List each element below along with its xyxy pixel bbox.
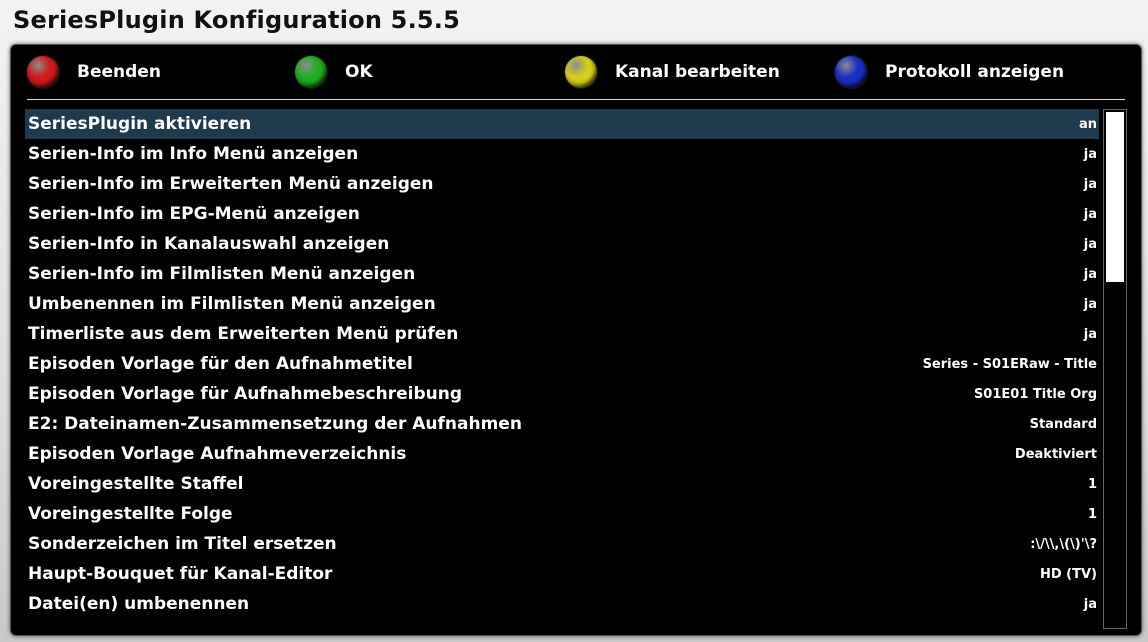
config-row-value: ja (1083, 176, 1097, 192)
config-row-label: Umbenennen im Filmlisten Menü anzeigen (28, 294, 436, 314)
config-row-value: Standard (1029, 416, 1097, 432)
config-row-label: Episoden Vorlage für den Aufnahmetitel (28, 354, 413, 374)
config-row[interactable]: Episoden Vorlage für den Aufnahmetitel Se… (25, 349, 1099, 379)
color-buttons-bar: Beenden OK Kanal bearbeiten Protokoll an… (11, 45, 1141, 99)
ok-button[interactable]: OK (295, 55, 373, 89)
green-button-icon (295, 56, 327, 88)
config-row[interactable]: SeriesPlugin aktivieren an (25, 109, 1099, 139)
beenden-button[interactable]: Beenden (27, 55, 161, 89)
beenden-label: Beenden (77, 62, 161, 82)
config-row-label: Voreingestellte Staffel (28, 474, 244, 494)
ok-label: OK (345, 62, 373, 82)
config-row-label: Datei(en) umbenennen (28, 594, 250, 614)
config-row-label: Episoden Vorlage Aufnahmeverzeichnis (28, 444, 407, 464)
scrollbar[interactable] (1103, 109, 1127, 629)
config-panel: Beenden OK Kanal bearbeiten Protokoll an… (10, 44, 1142, 636)
blue-button-icon (835, 56, 867, 88)
config-row[interactable]: Haupt-Bouquet für Kanal-Editor HD (TV) (25, 559, 1099, 589)
header-divider (27, 99, 1125, 100)
config-row-label: SeriesPlugin aktivieren (28, 114, 252, 134)
config-row-label: Serien-Info im Filmlisten Menü anzeigen (28, 264, 416, 284)
config-row[interactable]: Sonderzeichen im Titel ersetzen :\/\\,\(\… (25, 529, 1099, 559)
scrollbar-thumb[interactable] (1106, 112, 1124, 282)
config-row[interactable]: E2: Dateinamen-Zusammensetzung der Aufna… (25, 409, 1099, 439)
config-row-value: ja (1083, 596, 1097, 612)
config-row-value: an (1078, 116, 1097, 132)
config-row-value: ja (1083, 326, 1097, 342)
config-row-value: 1 (1087, 476, 1097, 492)
config-row[interactable]: Serien-Info in Kanalauswahl anzeigen ja (25, 229, 1099, 259)
config-row[interactable]: Serien-Info im Erweiterten Menü anzeigen… (25, 169, 1099, 199)
config-row-value: HD (TV) (1039, 566, 1097, 582)
config-list: SeriesPlugin aktivieren an Serien-Info im … (25, 109, 1099, 629)
config-row-label: Serien-Info im Erweiterten Menü anzeigen (28, 174, 434, 194)
config-row-label: Serien-Info im EPG-Menü anzeigen (28, 204, 360, 224)
config-row-label: Episoden Vorlage für Aufnahmebeschreibun… (28, 384, 462, 404)
config-row[interactable]: Timerliste aus dem Erweiterten Menü prüf… (25, 319, 1099, 349)
config-row-label: Serien-Info im Info Menü anzeigen (28, 144, 359, 164)
config-row-label: Serien-Info in Kanalauswahl anzeigen (28, 234, 390, 254)
config-row-label: E2: Dateinamen-Zusammensetzung der Aufna… (28, 414, 522, 434)
protokoll-anzeigen-button[interactable]: Protokoll anzeigen (835, 55, 1064, 89)
config-row-value: Deaktiviert (1014, 446, 1097, 462)
config-row-value: :\/\\,\(\)'\? (1030, 536, 1097, 552)
config-row[interactable]: Voreingestellte Staffel 1 (25, 469, 1099, 499)
config-row[interactable]: Datei(en) umbenennen ja (25, 589, 1099, 619)
red-button-icon (27, 56, 59, 88)
config-row-label: Haupt-Bouquet für Kanal-Editor (28, 564, 333, 584)
config-row-value: ja (1083, 266, 1097, 282)
config-row-label: Voreingestellte Folge (28, 504, 233, 524)
config-row[interactable]: Serien-Info im EPG-Menü anzeigen ja (25, 199, 1099, 229)
config-row-value: ja (1083, 206, 1097, 222)
yellow-button-icon (565, 56, 597, 88)
config-row-value: ja (1083, 296, 1097, 312)
config-row-label: Sonderzeichen im Titel ersetzen (28, 534, 337, 554)
config-row[interactable]: Episoden Vorlage für Aufnahmebeschreibun… (25, 379, 1099, 409)
config-row[interactable]: Voreingestellte Folge 1 (25, 499, 1099, 529)
window-title: SeriesPlugin Konfiguration 5.5.5 (13, 6, 461, 34)
config-row-value: S01E01 Title Org (973, 386, 1097, 402)
title-bar: SeriesPlugin Konfiguration 5.5.5 (0, 0, 1148, 44)
config-row-value: 1 (1087, 506, 1097, 522)
config-row-label: Timerliste aus dem Erweiterten Menü prüf… (28, 324, 459, 344)
config-row-value: Series - S01ERaw - Title (922, 356, 1097, 372)
config-row[interactable]: Umbenennen im Filmlisten Menü anzeigen ja (25, 289, 1099, 319)
kanal-bearbeiten-label: Kanal bearbeiten (615, 62, 780, 82)
config-row[interactable]: Episoden Vorlage Aufnahmeverzeichnis Deak… (25, 439, 1099, 469)
config-row-value: ja (1083, 146, 1097, 162)
protokoll-anzeigen-label: Protokoll anzeigen (885, 62, 1065, 82)
config-row-value: ja (1083, 236, 1097, 252)
kanal-bearbeiten-button[interactable]: Kanal bearbeiten (565, 55, 780, 89)
config-row[interactable]: Serien-Info im Info Menü anzeigen ja (25, 139, 1099, 169)
config-row[interactable]: Serien-Info im Filmlisten Menü anzeigen j… (25, 259, 1099, 289)
